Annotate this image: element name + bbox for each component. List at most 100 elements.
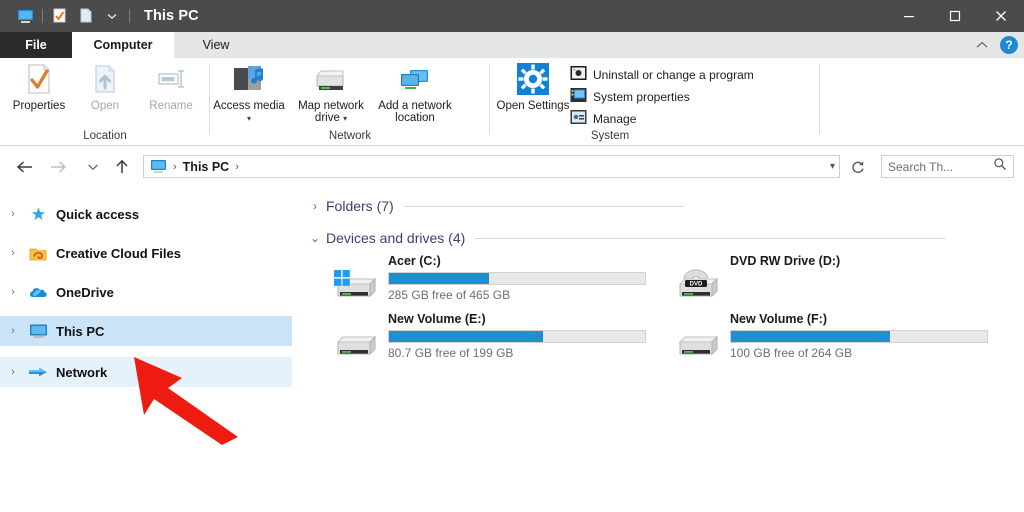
drive-usage-bar-c xyxy=(388,272,646,285)
group-label-devices-and-drives: Devices and drives (4) xyxy=(326,230,465,246)
window-controls xyxy=(886,0,1024,32)
help-button[interactable]: ? xyxy=(1000,36,1018,54)
rename-icon xyxy=(154,62,188,96)
breadcrumb-dropdown-icon[interactable]: ▾ xyxy=(830,161,835,172)
creative-cloud-icon xyxy=(26,246,50,261)
hard-drive-icon-f xyxy=(674,326,720,362)
ribbon-group-network: Access media ▾ Map network drive ▾ xyxy=(210,58,490,146)
map-network-drive-button[interactable]: Map network drive ▾ xyxy=(298,62,364,126)
chevron-up-icon[interactable] xyxy=(974,37,990,53)
window-title: This PC xyxy=(144,8,199,24)
close-button[interactable] xyxy=(978,0,1024,32)
chevron-right-icon-3[interactable]: › xyxy=(0,286,26,298)
ribbon-group-label-location: Location xyxy=(0,130,210,142)
manage-icon xyxy=(570,109,587,130)
drive-usage-bar-e xyxy=(388,330,646,343)
access-media-text: Access media xyxy=(213,100,285,112)
drive-item-f[interactable]: New Volume (F:) 100 GB free of 264 GB xyxy=(664,312,1004,368)
properties-check-icon[interactable] xyxy=(47,4,73,28)
group-divider-devices xyxy=(475,238,945,239)
this-pc-icon xyxy=(150,159,167,174)
ribbon-group-label-network: Network xyxy=(210,130,490,142)
breadcrumb-separator-2[interactable]: › xyxy=(235,161,239,173)
drive-name-f: New Volume (F:) xyxy=(730,312,827,326)
chevron-right-icon-5[interactable]: › xyxy=(0,366,26,378)
sidebar-label-quick-access: Quick access xyxy=(56,207,139,222)
sidebar-item-quick-access[interactable]: › Quick access xyxy=(0,199,292,229)
sidebar-label-creative-cloud-files: Creative Cloud Files xyxy=(56,246,181,261)
open-button[interactable]: Open xyxy=(72,62,138,126)
ribbon-tabs: File Computer View ? xyxy=(0,32,1024,58)
sidebar-label-onedrive: OneDrive xyxy=(56,285,114,300)
sidebar-item-creative-cloud-files[interactable]: › Creative Cloud Files xyxy=(0,238,292,268)
search-input[interactable]: Search Th... xyxy=(888,160,953,174)
sidebar-item-onedrive[interactable]: › OneDrive xyxy=(0,277,292,307)
drive-name-c: Acer (C:) xyxy=(388,254,441,268)
search-box[interactable]: Search Th... xyxy=(881,155,1014,178)
drive-item-e[interactable]: New Volume (E:) 80.7 GB free of 199 GB xyxy=(322,312,662,368)
system-properties-label: System properties xyxy=(593,90,690,104)
drive-free-text-c: 285 GB free of 465 GB xyxy=(388,288,510,302)
map-network-drive-label: Map network drive ▾ xyxy=(294,100,368,125)
sidebar-item-this-pc[interactable]: › This PC xyxy=(0,316,292,346)
tab-computer[interactable]: Computer xyxy=(72,32,174,58)
drive-name-d: DVD RW Drive (D:) xyxy=(730,254,840,268)
rename-button[interactable]: Rename xyxy=(138,62,204,126)
group-label-folders: Folders (7) xyxy=(326,198,394,214)
access-media-button[interactable]: Access media ▾ xyxy=(216,62,282,126)
map-network-drive-icon xyxy=(312,62,350,96)
content-pane: › Folders (7) ⌄ Devices and drives (4) xyxy=(292,186,1024,512)
chevron-right-icon-2[interactable]: › xyxy=(0,247,26,259)
chevron-right-icon-folders[interactable]: › xyxy=(304,199,326,213)
access-media-label: Access media ▾ xyxy=(212,100,286,125)
forward-button[interactable] xyxy=(47,156,69,178)
drive-usage-bar-f xyxy=(730,330,988,343)
monitor-icon[interactable] xyxy=(12,4,38,28)
quick-access-dropdown-icon[interactable] xyxy=(99,4,125,28)
sidebar-item-network[interactable]: › Network xyxy=(0,357,292,387)
breadcrumb-separator-1: › xyxy=(173,161,177,173)
properties-button[interactable]: Properties xyxy=(6,62,72,126)
group-header-folders[interactable]: › Folders (7) xyxy=(304,194,1014,218)
ribbon-tabs-right: ? xyxy=(974,32,1018,58)
drive-item-d[interactable]: DVD DVD RW Drive (D:) xyxy=(664,254,1004,310)
chevron-down-icon-2[interactable]: ▾ xyxy=(343,114,347,123)
uninstall-program-button[interactable]: Uninstall or change a program xyxy=(570,65,754,85)
properties-label: Properties xyxy=(2,100,76,112)
tab-file[interactable]: File xyxy=(0,32,72,58)
breadcrumb-bar[interactable]: › This PC › ▾ xyxy=(143,155,840,178)
manage-button[interactable]: Manage xyxy=(570,109,636,129)
system-properties-icon xyxy=(570,87,587,108)
chevron-right-icon-4[interactable]: › xyxy=(0,325,26,337)
address-bar: › This PC › ▾ Search Th... xyxy=(0,147,1024,185)
refresh-button[interactable] xyxy=(846,155,870,178)
add-network-location-button[interactable]: Add a network location xyxy=(382,62,448,126)
ribbon-group-label-system: System xyxy=(490,130,730,142)
back-button[interactable] xyxy=(14,156,36,178)
ribbon: Properties Open xyxy=(0,58,1024,146)
chevron-down-icon[interactable]: ▾ xyxy=(247,114,251,123)
open-label: Open xyxy=(68,100,142,112)
breadcrumb-this-pc[interactable]: This PC xyxy=(183,160,230,174)
recent-locations-button[interactable] xyxy=(82,156,104,178)
up-button[interactable] xyxy=(111,156,133,178)
access-media-icon xyxy=(231,62,267,96)
file-explorer-window: This PC File Computer View ? xyxy=(0,0,1024,512)
tab-view[interactable]: View xyxy=(174,32,258,58)
maximize-button[interactable] xyxy=(932,0,978,32)
minimize-button[interactable] xyxy=(886,0,932,32)
chevron-right-icon[interactable]: › xyxy=(0,208,26,220)
settings-gear-icon xyxy=(516,62,550,96)
drive-item-c[interactable]: Acer (C:) 285 GB free of 465 GB xyxy=(322,254,662,310)
group-header-devices-and-drives[interactable]: ⌄ Devices and drives (4) xyxy=(304,226,1014,250)
system-properties-button[interactable]: System properties xyxy=(570,87,690,107)
chevron-down-icon-devices[interactable]: ⌄ xyxy=(304,231,326,245)
open-settings-button[interactable]: Open Settings xyxy=(498,62,568,126)
ribbon-group-system: Open Settings Uninstall or change a prog… xyxy=(490,58,820,146)
dvd-drive-icon: DVD xyxy=(674,268,720,304)
new-folder-icon[interactable] xyxy=(73,4,99,28)
toolbar-divider xyxy=(42,9,43,23)
properties-icon xyxy=(22,62,56,96)
drive-free-text-e: 80.7 GB free of 199 GB xyxy=(388,346,513,360)
add-network-location-icon xyxy=(396,62,434,96)
